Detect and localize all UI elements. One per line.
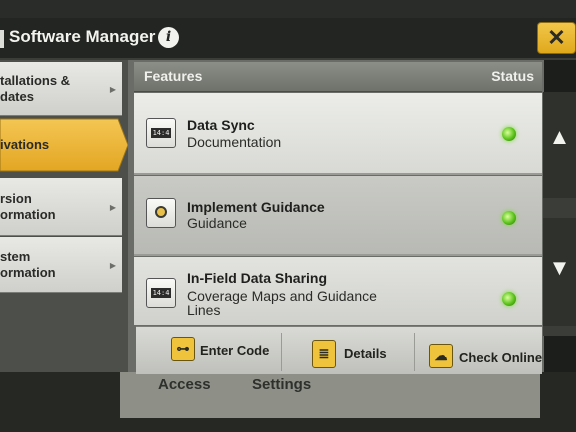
background-tabs: Access Settings (120, 372, 540, 418)
column-header-features: Features (144, 68, 203, 84)
chevron-right-icon: ▶ (109, 261, 116, 270)
check-online-label: Check Online (459, 350, 543, 365)
sidebar-item-activations[interactable]: ivations (0, 117, 128, 173)
title-bar: Software Manager i ✕ (0, 18, 576, 60)
info-icon[interactable]: i (158, 27, 179, 48)
feature-name: Data Sync (187, 117, 255, 133)
app-icon (0, 30, 4, 48)
guidance-pin-icon (146, 198, 176, 228)
feature-description: Coverage Maps and Guidance Lines (187, 288, 377, 318)
scroll-up-button[interactable]: ▲ (543, 92, 576, 198)
key-icon: ⊶ (171, 337, 195, 361)
status-indicator (502, 211, 516, 225)
table-row[interactable]: 14:4 Data Sync Documentation (134, 93, 542, 175)
chevron-right-icon: ▶ (109, 85, 116, 94)
document-icon: ≣ (312, 340, 336, 368)
close-button[interactable]: ✕ (537, 22, 576, 54)
column-header-status: Status (491, 68, 534, 84)
background-tab-settings: Settings (252, 376, 312, 393)
data-sharing-icon: 14:4 (146, 278, 176, 308)
window-title: Software Manager (9, 27, 156, 46)
table-row[interactable]: Implement Guidance Guidance (134, 176, 542, 256)
sidebar-item-label: ivations (0, 137, 50, 152)
scroll-down-button[interactable]: ▼ (543, 218, 576, 326)
status-indicator (502, 292, 516, 306)
sidebar-item-version-information[interactable]: rsion ormation ▶ (0, 178, 122, 236)
features-table-header: Features Status (134, 62, 542, 92)
feature-name: In-Field Data Sharing (187, 270, 328, 286)
background-tab-access: Access (158, 376, 211, 393)
cloud-download-icon: ☁ (429, 344, 453, 368)
sidebar-item-installations[interactable]: tallations & dates ▶ (0, 62, 122, 116)
sidebar-item-label: stem ormation (0, 249, 56, 280)
enter-code-button[interactable]: ⊶ Enter Code (136, 327, 281, 375)
screen-bezel-top (0, 0, 576, 18)
check-online-button[interactable]: ☁ Check Online (415, 327, 542, 375)
sidebar-item-label: rsion ormation (0, 191, 56, 222)
table-row[interactable]: 14:4 In-Field Data Sharing Coverage Maps… (134, 257, 542, 325)
sidebar-item-system-information[interactable]: stem ormation ▶ (0, 237, 122, 293)
chevron-right-icon: ▶ (109, 203, 116, 212)
bottom-toolbar: ⊶ Enter Code ≣ Details ☁ Check Online (136, 326, 542, 374)
feature-description: Guidance (187, 215, 247, 231)
sidebar-item-label: tallations & dates (0, 73, 71, 104)
enter-code-label: Enter Code (200, 343, 270, 358)
status-indicator (502, 127, 516, 141)
details-label: Details (344, 346, 387, 361)
feature-description: Documentation (187, 134, 282, 150)
data-sync-icon: 14:4 (146, 118, 176, 148)
details-button[interactable]: ≣ Details (282, 327, 414, 375)
feature-name: Implement Guidance (187, 199, 325, 215)
